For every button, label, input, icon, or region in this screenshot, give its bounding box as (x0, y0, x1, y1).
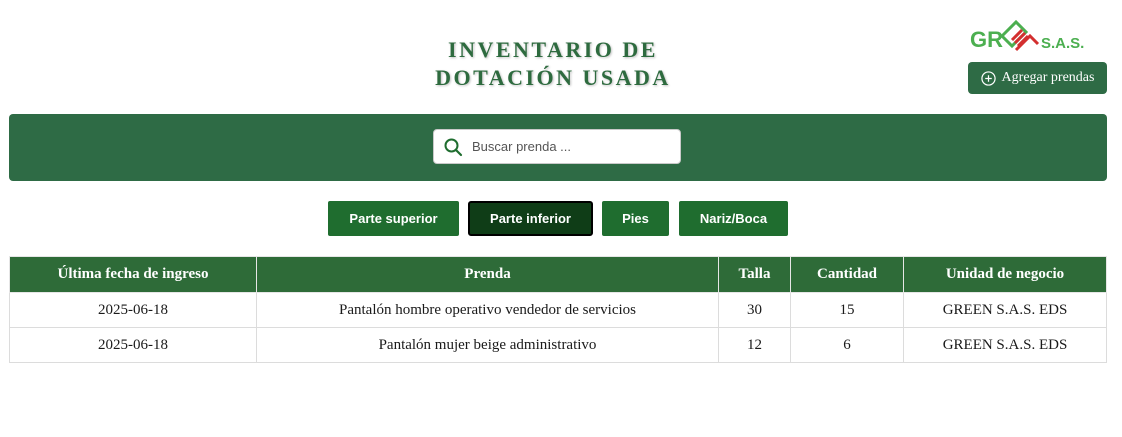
column-header-cantidad: Cantidad (790, 256, 904, 293)
search-bar-band (9, 114, 1107, 181)
inventory-page: INVENTARIO DE DOTACIÓN USADA GR S.A.S. A… (0, 0, 1122, 437)
page-title-line-1: INVENTARIO DE (448, 37, 658, 62)
column-header-fecha: Última fecha de ingreso (9, 256, 257, 293)
page-title-line-2: DOTACIÓN USADA (435, 65, 671, 90)
cell-talla: 12 (718, 327, 791, 363)
column-header-talla: Talla (718, 256, 791, 293)
cell-talla: 30 (718, 292, 791, 328)
cell-prenda: Pantalón mujer beige administrativo (256, 327, 719, 363)
cell-prenda: Pantalón hombre operativo vendedor de se… (256, 292, 719, 328)
tab-parte-inferior[interactable]: Parte inferior (468, 201, 593, 236)
search-icon (444, 138, 463, 156)
table-header-row: Última fecha de ingreso Prenda Talla Can… (9, 256, 1107, 293)
table-row: 2025-06-18 Pantalón hombre operativo ven… (9, 292, 1107, 328)
cell-fecha: 2025-06-18 (9, 292, 257, 328)
plus-circle-icon (980, 70, 996, 86)
tab-parte-superior[interactable]: Parte superior (328, 201, 459, 236)
tab-nariz-boca[interactable]: Nariz/Boca (679, 201, 788, 236)
column-header-unidad: Unidad de negocio (903, 256, 1107, 293)
cell-cantidad: 15 (790, 292, 904, 328)
search-box[interactable] (433, 129, 681, 164)
cell-cantidad: 6 (790, 327, 904, 363)
add-items-button[interactable]: Agregar prendas (968, 62, 1107, 94)
logo-text-right: S.A.S. (1041, 35, 1084, 52)
green-logo: GR S.A.S. (970, 19, 1084, 52)
category-tabs: Parte superior Parte inferior Pies Nariz… (0, 201, 1122, 237)
cell-unidad: GREEN S.A.S. EDS (903, 292, 1107, 328)
search-input[interactable] (470, 138, 680, 155)
table-row: 2025-06-18 Pantalón mujer beige administ… (9, 327, 1107, 363)
inventory-table: Última fecha de ingreso Prenda Talla Can… (9, 256, 1107, 363)
logo-mark (999, 19, 1040, 52)
tab-pies[interactable]: Pies (602, 201, 669, 236)
column-header-prenda: Prenda (256, 256, 719, 293)
cell-unidad: GREEN S.A.S. EDS (903, 327, 1107, 363)
page-title: INVENTARIO DE DOTACIÓN USADA (360, 36, 746, 92)
cell-fecha: 2025-06-18 (9, 327, 257, 363)
add-items-label: Agregar prendas (1001, 70, 1095, 85)
logo-text-left: GR (970, 27, 1003, 52)
